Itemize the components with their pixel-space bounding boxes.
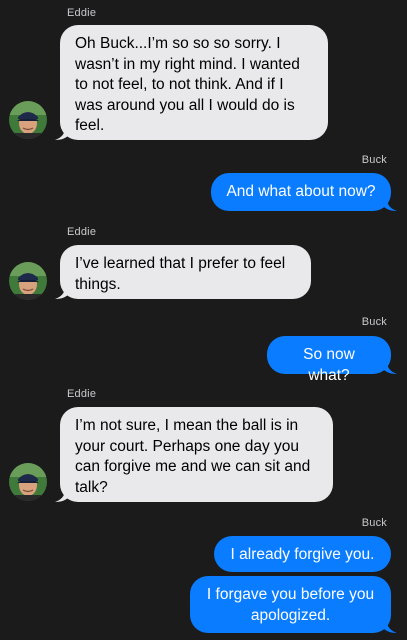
outgoing-message-bubble[interactable]: So now what? — [267, 336, 391, 384]
sender-label: Eddie — [67, 7, 97, 19]
sender-label: Eddie — [67, 388, 97, 400]
contact-avatar-icon[interactable] — [9, 463, 47, 501]
outgoing-bubble-tail — [383, 362, 397, 374]
sender-label: Buck — [361, 154, 387, 166]
contact-avatar-icon[interactable] — [9, 101, 47, 139]
outgoing-message-bubble[interactable]: I forgave you before you apologized. — [190, 576, 391, 633]
sender-label: Buck — [361, 517, 387, 529]
incoming-bubble-tail — [55, 490, 69, 502]
sender-label: Eddie — [67, 226, 97, 238]
incoming-bubble-tail — [55, 128, 69, 140]
incoming-message-bubble[interactable]: I’ve learned that I prefer to feel thing… — [60, 245, 311, 299]
incoming-bubble-tail — [55, 287, 69, 299]
outgoing-bubble-tail — [383, 621, 397, 633]
outgoing-message-bubble[interactable]: And what about now? — [211, 173, 391, 211]
contact-avatar-icon[interactable] — [9, 262, 47, 300]
incoming-message-bubble[interactable]: I’m not sure, I mean the ball is in your… — [60, 407, 333, 502]
incoming-message-bubble[interactable]: Oh Buck...I’m so so so sorry. I wasn’t i… — [60, 25, 328, 140]
message-thread: Eddie Oh Buck...I’m so so so sorry. I wa… — [0, 0, 407, 640]
outgoing-bubble-tail — [383, 199, 397, 211]
sender-label: Buck — [361, 316, 387, 328]
outgoing-message-bubble[interactable]: I already forgive you. — [214, 536, 391, 572]
